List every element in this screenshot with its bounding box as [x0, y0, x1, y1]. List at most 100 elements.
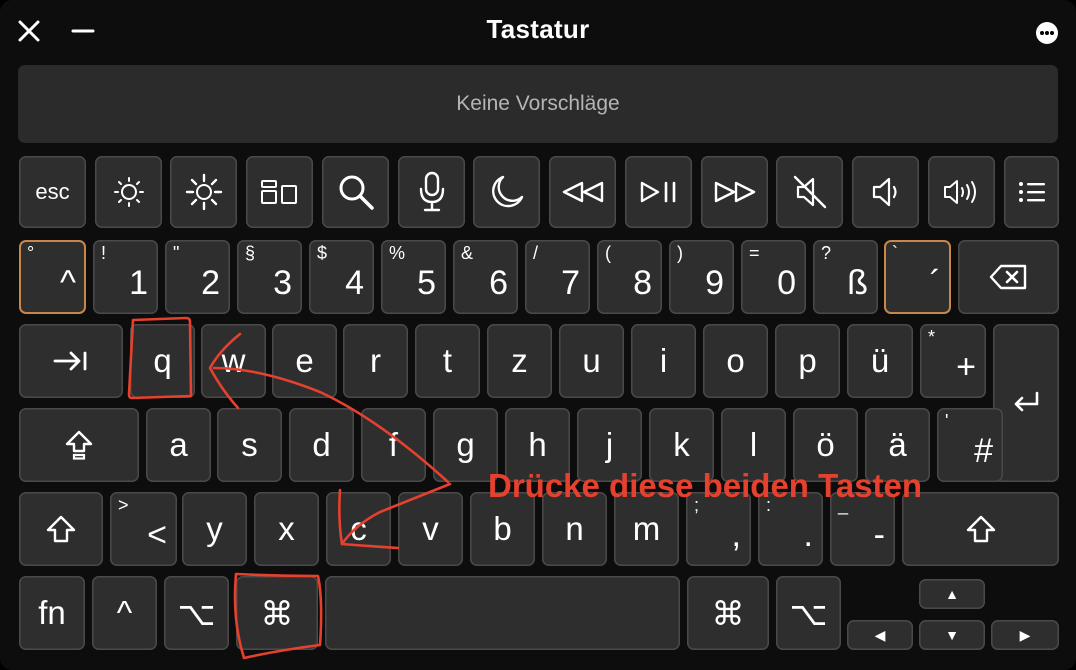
key-z[interactable]: z — [487, 324, 552, 398]
key-2[interactable]: " 2 — [165, 240, 230, 314]
key-fast-forward[interactable] — [701, 156, 768, 228]
key-focus[interactable] — [473, 156, 540, 228]
key-plus[interactable]: * + — [920, 324, 986, 398]
key-arrow-left[interactable]: ◀ — [847, 620, 913, 650]
key-q-label: q — [153, 342, 172, 379]
key-g-label: g — [456, 426, 475, 463]
key-c[interactable]: c — [326, 492, 391, 566]
key-eszett-sub: ? — [821, 243, 832, 263]
key-more[interactable] — [1004, 156, 1059, 228]
key-w[interactable]: w — [201, 324, 266, 398]
key-p[interactable]: p — [775, 324, 840, 398]
key-command-right[interactable]: ⌘ — [687, 576, 769, 650]
key-y-label: y — [206, 510, 223, 547]
key-8[interactable]: (8 — [597, 240, 662, 314]
key-period-main: . — [803, 516, 813, 554]
key-command-left[interactable]: ⌘ — [236, 576, 318, 650]
key-8-main: 8 — [633, 264, 652, 302]
key-5[interactable]: % 5 — [381, 240, 446, 314]
key-angle[interactable]: > < — [110, 492, 177, 566]
key-i[interactable]: i — [631, 324, 696, 398]
keyboard-viewer-window: Tastatur Keine Vorschläge esc ° ^ ! 1 " … — [0, 0, 1076, 670]
key-m-label: m — [632, 510, 661, 547]
key-5-main: 5 — [417, 264, 436, 302]
key-h-label: h — [528, 426, 547, 463]
key-s[interactable]: s — [217, 408, 282, 482]
key-7[interactable]: /7 — [525, 240, 590, 314]
key-minus-main: - — [873, 516, 885, 554]
key-space[interactable] — [325, 576, 680, 650]
more-options-icon[interactable] — [1036, 22, 1058, 44]
key-1[interactable]: ! 1 — [93, 240, 158, 314]
key-caps-lock[interactable] — [19, 408, 139, 482]
key-esc[interactable]: esc — [19, 156, 86, 228]
key-ue[interactable]: ü — [847, 324, 913, 398]
key-v-label: v — [422, 510, 439, 547]
key-d[interactable]: d — [289, 408, 354, 482]
key-4-sub: $ — [317, 243, 328, 263]
key-f-label: f — [388, 426, 399, 463]
key-mission-control[interactable] — [246, 156, 313, 228]
key-0[interactable]: = 0 — [741, 240, 806, 314]
key-e-label: e — [295, 342, 314, 379]
key-acute-sub: ` — [892, 243, 898, 263]
key-r[interactable]: r — [343, 324, 408, 398]
key-r-label: r — [370, 342, 381, 379]
key-v[interactable]: v — [398, 492, 463, 566]
fast-forward-icon — [713, 180, 757, 204]
key-volume-down[interactable] — [852, 156, 919, 228]
key-6[interactable]: & 6 — [453, 240, 518, 314]
key-dictation[interactable] — [398, 156, 465, 228]
key-6-sub: & — [461, 243, 474, 263]
key-o[interactable]: o — [703, 324, 768, 398]
key-arrow-down[interactable]: ▼ — [919, 620, 985, 650]
key-brightness-down[interactable] — [95, 156, 162, 228]
key-a[interactable]: a — [146, 408, 211, 482]
key-volume-up[interactable] — [928, 156, 995, 228]
key-fn[interactable]: fn — [19, 576, 85, 650]
key-circumflex[interactable]: ° ^ — [19, 240, 86, 314]
key-delete[interactable] — [958, 240, 1059, 314]
return-icon — [1011, 390, 1041, 416]
key-rewind[interactable] — [549, 156, 616, 228]
key-tab[interactable] — [19, 324, 123, 398]
key-j-label: j — [605, 426, 614, 463]
key-acute-main: ´ — [929, 264, 941, 302]
volume-up-icon — [942, 177, 982, 207]
key-u[interactable]: u — [559, 324, 624, 398]
key-4[interactable]: $4 — [309, 240, 374, 314]
key-1-main: 1 — [129, 264, 148, 302]
key-q[interactable]: q — [130, 324, 195, 398]
key-y[interactable]: y — [182, 492, 247, 566]
key-e[interactable]: e — [272, 324, 337, 398]
key-b-label: b — [493, 510, 512, 547]
key-control[interactable]: ^ — [92, 576, 157, 650]
key-acute[interactable]: ` ´ — [884, 240, 951, 314]
key-brightness-up[interactable] — [170, 156, 237, 228]
key-l-label: l — [749, 426, 758, 463]
arrow-up-icon: ▲ — [945, 586, 959, 602]
key-eszett[interactable]: ? ß — [813, 240, 878, 314]
key-shift-left[interactable] — [19, 492, 103, 566]
key-mute[interactable] — [776, 156, 843, 228]
key-angle-sub: > — [118, 495, 129, 515]
rewind-icon — [561, 180, 605, 204]
arrow-down-icon: ▼ — [945, 627, 959, 643]
key-hash-main: # — [974, 432, 993, 470]
key-8-sub: ( — [605, 243, 611, 263]
key-3[interactable]: § 3 — [237, 240, 302, 314]
key-9[interactable]: ) 9 — [669, 240, 734, 314]
mute-icon — [790, 172, 830, 212]
key-play-pause[interactable] — [625, 156, 692, 228]
key-arrow-up[interactable]: ▲ — [919, 579, 985, 609]
key-x[interactable]: x — [254, 492, 319, 566]
key-option-left[interactable]: ⌥ — [164, 576, 229, 650]
key-f[interactable]: f — [361, 408, 426, 482]
key-6-main: 6 — [489, 264, 508, 302]
key-t[interactable]: t — [415, 324, 480, 398]
key-spotlight[interactable] — [322, 156, 389, 228]
key-hash[interactable]: ' # — [937, 408, 1003, 482]
key-arrow-right[interactable]: ▶ — [991, 620, 1059, 650]
key-shift-right[interactable] — [902, 492, 1059, 566]
key-option-right[interactable]: ⌥ — [776, 576, 841, 650]
